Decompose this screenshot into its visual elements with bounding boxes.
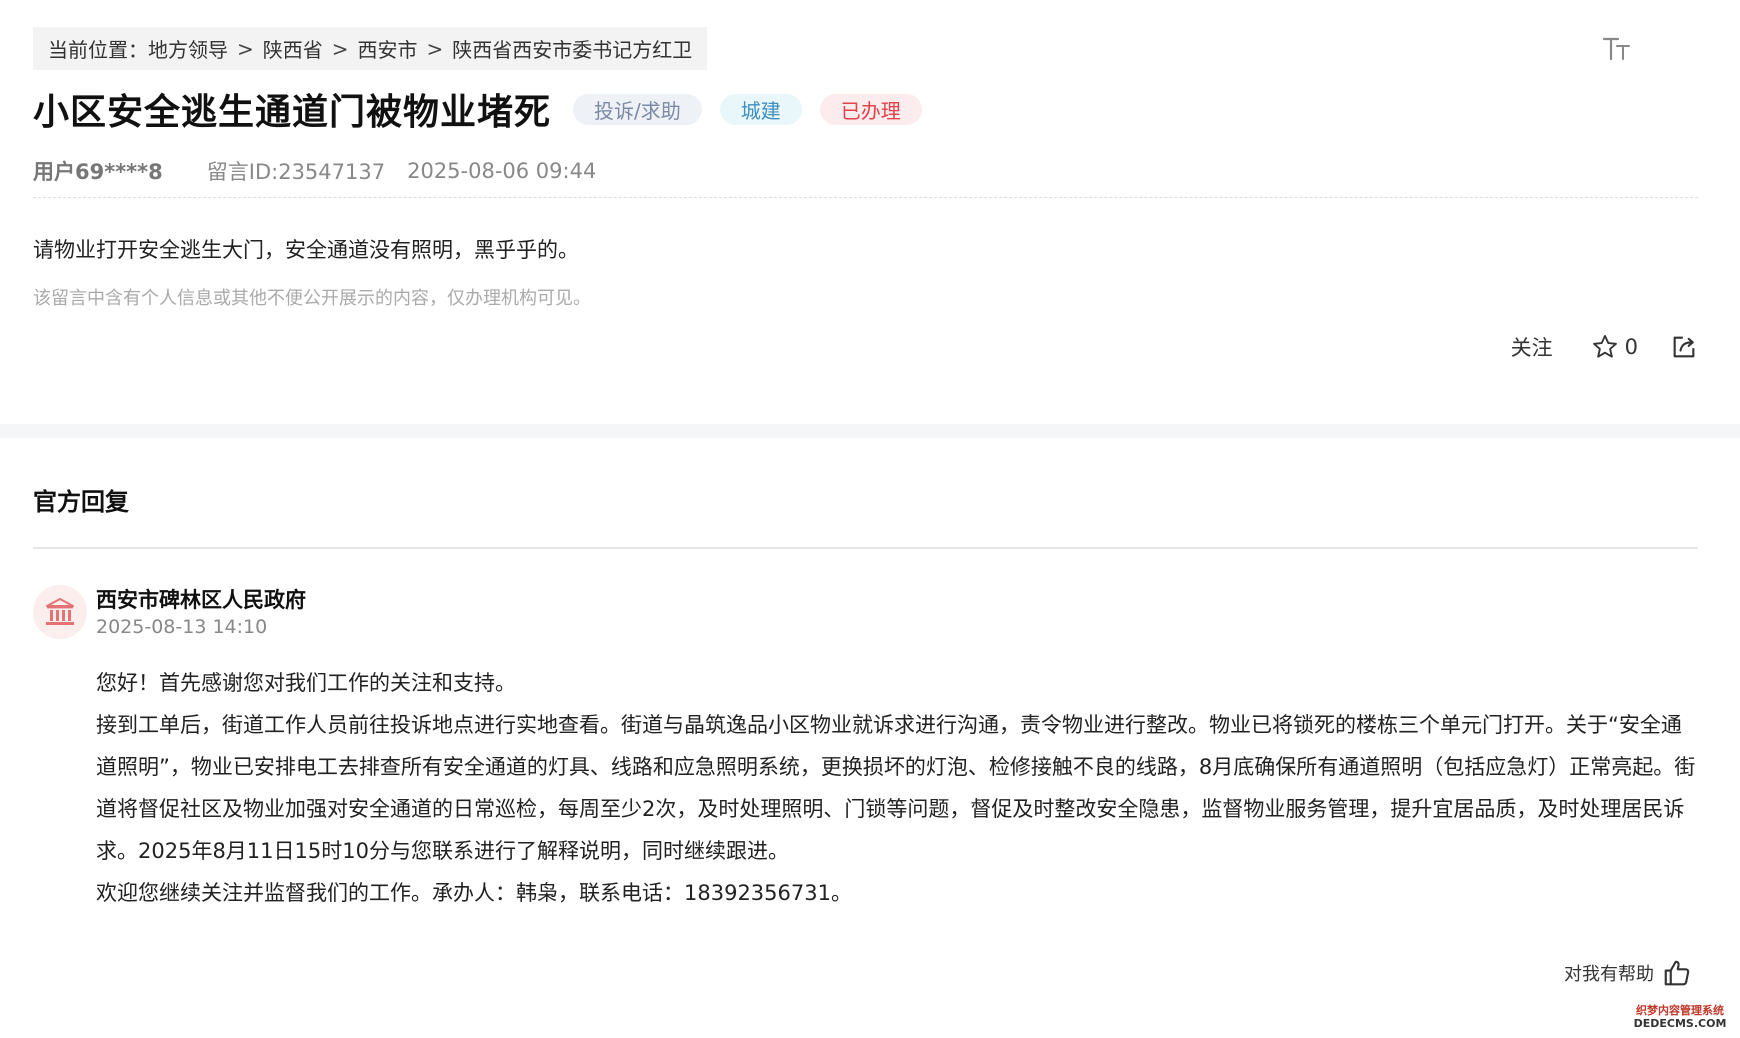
message-section: 当前位置： 地方领导 > 陕西省 > 西安市 > 陕西省西安市委书记方红卫 小区… [0, 0, 1740, 424]
helpful-button[interactable]: 对我有帮助 [1564, 955, 1692, 991]
type-tag: 投诉/求助 [573, 93, 702, 125]
reply-divider [33, 547, 1698, 549]
share-icon [1673, 336, 1695, 358]
watermark-line-2: DEDECMS.COM [1633, 1017, 1727, 1030]
reply-paragraph: 您好！首先感谢您对我们工作的关注和支持。 [96, 671, 516, 695]
breadcrumb-prefix: 当前位置： [48, 38, 148, 62]
reply-body: 您好！首先感谢您对我们工作的关注和支持。 接到工单后，街道工作人员前往投诉地点进… [96, 662, 1698, 914]
section-divider [0, 424, 1740, 438]
share-button[interactable] [1670, 333, 1698, 361]
breadcrumb-item-local-leaders[interactable]: 地方领导 [148, 34, 228, 63]
page: 当前位置： 地方领导 > 陕西省 > 西安市 > 陕西省西安市委书记方红卫 小区… [0, 0, 1740, 1038]
reply-org-name: 西安市碑林区人民政府 [96, 588, 306, 612]
title-row: 小区安全逃生通道门被物业堵死 投诉/求助 城建 已办理 [33, 84, 940, 134]
breadcrumb-item-province[interactable]: 陕西省 [263, 34, 323, 63]
divider [33, 197, 1698, 198]
reply-paragraph: 接到工单后，街道工作人员前往投诉地点进行实地查看。街道与晶筑逸品小区物业就诉求进… [96, 713, 1696, 863]
watermark: 织梦内容管理系统 DEDECMS.COM [1630, 1004, 1730, 1030]
breadcrumb-separator: > [237, 36, 254, 61]
favorite-button[interactable]: 0 [1591, 333, 1638, 361]
watermark-line-1: 织梦内容管理系统 [1636, 1004, 1724, 1017]
follow-button[interactable]: 关注 [1511, 332, 1553, 362]
breadcrumb-separator: > [331, 36, 349, 61]
message-meta: 用户69****8 留言ID:23547137 2025-08-06 09:44 [33, 156, 596, 186]
breadcrumb-separator: > [426, 36, 444, 61]
favorite-count: 0 [1624, 335, 1638, 359]
reply-time: 2025-08-13 14:10 [96, 616, 268, 638]
user-name: 用户69****8 [33, 160, 163, 184]
message-actions: 关注 0 [1511, 328, 1698, 366]
star-icon [1592, 334, 1617, 358]
avatar [33, 585, 87, 639]
message-id: 留言ID:23547137 [206, 160, 386, 184]
government-building-icon [46, 598, 74, 625]
breadcrumb-item-city[interactable]: 西安市 [358, 34, 418, 63]
reply-heading: 官方回复 [33, 488, 129, 516]
message-time: 2025-08-06 09:44 [407, 159, 597, 183]
message-content: 请物业打开安全逃生大门，安全通道没有照明，黑乎乎的。 [33, 238, 579, 262]
reply-paragraph: 欢迎您继续关注并监督我们的工作。承办人：韩枭，联系电话：18392356731。 [96, 881, 852, 905]
breadcrumb: 当前位置： 地方领导 > 陕西省 > 西安市 > 陕西省西安市委书记方红卫 [33, 27, 708, 70]
category-tag: 城建 [719, 93, 802, 125]
helpful-label: 对我有帮助 [1564, 964, 1654, 985]
thumbs-up-icon [1664, 960, 1690, 986]
font-size-toggle-button[interactable] [1600, 32, 1634, 66]
font-size-icon [1602, 37, 1630, 61]
message-title: 小区安全逃生通道门被物业堵死 [33, 92, 552, 133]
privacy-note: 该留言中含有个人信息或其他不便公开展示的内容，仅办理机构可见。 [33, 288, 591, 309]
status-badge: 已办理 [819, 93, 922, 125]
breadcrumb-item-leader[interactable]: 陕西省西安市委书记方红卫 [452, 34, 692, 63]
